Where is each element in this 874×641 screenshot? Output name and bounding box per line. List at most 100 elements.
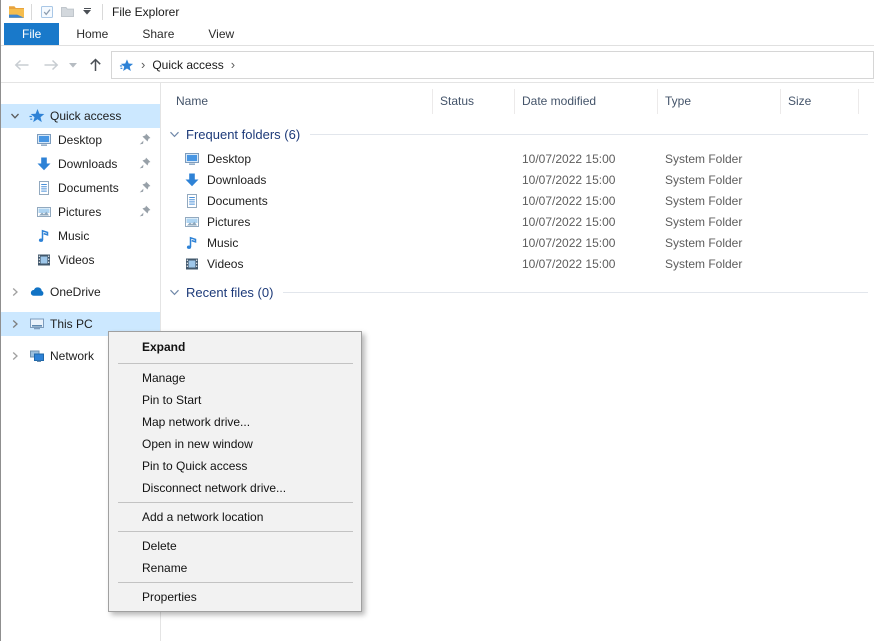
menu-separator [118,363,353,364]
breadcrumb-chevron-icon[interactable]: › [231,57,235,72]
file-date-modified: 10/07/2022 15:00 [515,236,658,250]
frequent-folders-list: Desktop 10/07/2022 15:00 System Folder [162,148,874,274]
file-row-music[interactable]: Music 10/07/2022 15:00 System Folder [162,232,874,253]
menu-item-delete[interactable]: Delete [109,535,361,557]
column-header-row: Name Status Date modified Type Size [162,89,874,114]
file-type: System Folder [658,257,781,271]
chevron-down-icon[interactable] [9,110,21,122]
menu-item-rename[interactable]: Rename [109,557,361,579]
sidebar-item-label: This PC [50,317,93,331]
sidebar-item-documents[interactable]: Documents [1,176,160,200]
tab-label: View [208,27,234,41]
address-bar[interactable]: › Quick access › [111,51,874,79]
menu-item-manage[interactable]: Manage [109,367,361,389]
chevron-right-icon[interactable] [9,350,21,362]
menu-item-map-network-drive[interactable]: Map network drive... [109,411,361,433]
sidebar-item-videos[interactable]: Videos [1,248,160,272]
column-header-size[interactable]: Size [781,89,859,114]
chevron-right-icon[interactable] [9,286,21,298]
app-folder-icon [6,2,26,22]
chevron-down-icon[interactable] [169,129,180,140]
group-header-label: Recent files (0) [186,285,273,300]
breadcrumb-chevron-icon: › [141,57,145,72]
file-explorer-window: File Explorer File Home Share View [0,0,874,641]
file-row-desktop[interactable]: Desktop 10/07/2022 15:00 System Folder [162,148,874,169]
file-name: Music [207,236,238,250]
new-folder-icon[interactable] [57,2,77,22]
window-title: File Explorer [112,5,179,19]
menu-item-expand[interactable]: Expand [109,334,361,360]
tab-view[interactable]: View [191,23,251,45]
onedrive-cloud-icon [29,284,45,300]
tab-share[interactable]: Share [125,23,191,45]
menu-item-add-network-location[interactable]: Add a network location [109,506,361,528]
forward-button[interactable] [42,56,60,74]
file-row-downloads[interactable]: Downloads 10/07/2022 15:00 System Folder [162,169,874,190]
column-header-type[interactable]: Type [658,89,781,114]
sidebar-item-pictures[interactable]: Pictures [1,200,160,224]
pin-icon [138,180,153,195]
file-row-pictures[interactable]: Pictures 10/07/2022 15:00 System Folder [162,211,874,232]
sidebar-item-label: Pictures [58,205,101,219]
file-row-documents[interactable]: Documents 10/07/2022 15:00 System Folder [162,190,874,211]
menu-item-pin-to-start[interactable]: Pin to Start [109,389,361,411]
sidebar-item-label: Quick access [50,109,121,123]
pictures-icon [184,214,200,230]
column-header-name[interactable]: Name [162,89,433,114]
videos-icon [184,256,200,272]
column-header-date-modified[interactable]: Date modified [515,89,658,114]
quick-access-star-icon [119,58,134,73]
sidebar-item-desktop[interactable]: Desktop [1,128,160,152]
sidebar-item-quick-access[interactable]: Quick access [1,104,160,128]
group-header-rule [283,292,868,293]
documents-icon [36,180,52,196]
tab-home[interactable]: Home [59,23,125,45]
sidebar-item-label: Music [58,229,89,243]
desktop-icon [36,132,52,148]
network-icon [29,348,45,364]
column-header-status[interactable]: Status [433,89,515,114]
menu-item-open-in-new-window[interactable]: Open in new window [109,433,361,455]
breadcrumb-location[interactable]: Quick access [152,58,223,72]
menu-separator [118,531,353,532]
sidebar-item-label: Desktop [58,133,102,147]
titlebar-divider [31,4,32,20]
menu-item-disconnect-network-drive[interactable]: Disconnect network drive... [109,477,361,499]
group-header-frequent-folders[interactable]: Frequent folders (6) [169,127,868,142]
sidebar-item-music[interactable]: Music [1,224,160,248]
file-row-videos[interactable]: Videos 10/07/2022 15:00 System Folder [162,253,874,274]
sidebar-item-onedrive[interactable]: OneDrive [1,280,160,304]
toolbar-dropdown-icon[interactable] [77,2,97,22]
sidebar-item-label: Documents [58,181,119,195]
back-button[interactable] [12,56,30,74]
sidebar-item-label: Videos [58,253,94,267]
file-name: Pictures [207,215,250,229]
downloads-icon [36,156,52,172]
pin-icon [138,132,153,147]
file-type: System Folder [658,236,781,250]
file-name: Videos [207,257,243,271]
properties-check-icon[interactable] [37,2,57,22]
file-date-modified: 10/07/2022 15:00 [515,194,658,208]
recent-locations-dropdown-icon[interactable] [67,56,79,74]
pin-icon [138,156,153,171]
downloads-icon [184,172,200,188]
documents-icon [184,193,200,209]
chevron-down-icon[interactable] [169,287,180,298]
chevron-right-icon[interactable] [9,318,21,330]
tab-label: Share [142,27,174,41]
menu-item-properties[interactable]: Properties [109,586,361,608]
file-type: System Folder [658,173,781,187]
group-header-recent-files[interactable]: Recent files (0) [169,285,868,300]
tab-label: Home [76,27,108,41]
menu-item-pin-to-quick-access[interactable]: Pin to Quick access [109,455,361,477]
up-button[interactable] [86,56,104,74]
sidebar-item-downloads[interactable]: Downloads [1,152,160,176]
sidebar-item-label: OneDrive [50,285,101,299]
tab-file[interactable]: File [4,23,59,45]
ribbon-tab-bar: File Home Share View [1,23,874,46]
file-name: Downloads [207,173,266,187]
music-icon [184,235,200,251]
title-bar: File Explorer [1,0,874,23]
pin-icon [138,204,153,219]
